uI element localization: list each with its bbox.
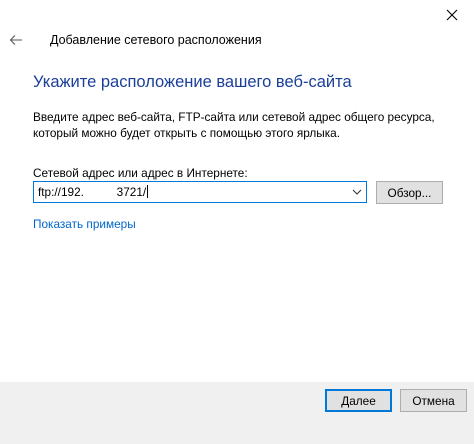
browse-button[interactable]: Обзор...: [376, 181, 443, 204]
address-input[interactable]: ftp://192. 3721/: [38, 185, 149, 199]
cancel-button[interactable]: Отмена: [400, 389, 467, 412]
page-heading: Укажите расположение вашего веб-сайта: [33, 73, 352, 91]
back-arrow-icon: [9, 35, 22, 45]
chevron-down-icon: [352, 189, 362, 195]
address-label: Сетевой адрес или адрес в Интернете:: [33, 166, 248, 180]
text-caret: [147, 185, 149, 198]
show-examples-link[interactable]: Показать примеры: [33, 217, 136, 231]
address-combobox[interactable]: ftp://192. 3721/: [33, 181, 367, 203]
address-value: ftp://192. 3721/: [38, 185, 147, 199]
back-button[interactable]: [4, 28, 28, 52]
next-button[interactable]: Далее: [325, 389, 392, 412]
dropdown-button[interactable]: [348, 182, 366, 202]
close-icon: [446, 9, 458, 21]
wizard-title: Добавление сетевого расположения: [50, 33, 262, 47]
page-description: Введите адрес веб-сайта, FTP-сайта или с…: [33, 110, 435, 140]
close-button[interactable]: [430, 0, 474, 30]
